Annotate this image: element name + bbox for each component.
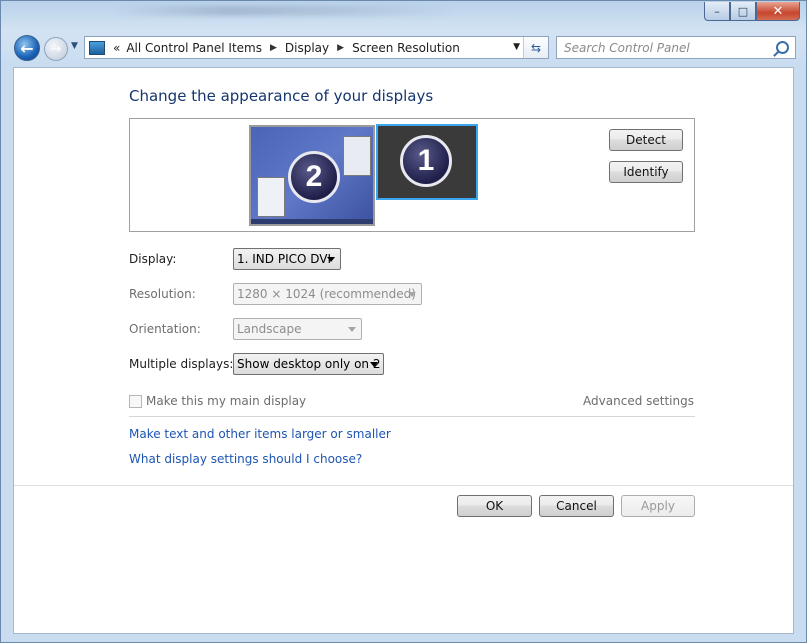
search-icon[interactable] (776, 41, 789, 54)
recent-pages-dropdown-icon[interactable]: ▼ (71, 41, 78, 51)
monitor-number-badge: 2 (288, 151, 340, 203)
section-divider (129, 416, 695, 417)
address-bar[interactable]: « All Control Panel Items ▶ Display ▶ Sc… (84, 36, 549, 59)
resolution-select: 1280 × 1024 (recommended) (233, 283, 422, 305)
refresh-icon: ⇆ (530, 40, 542, 55)
navigation-bar: ← → ▼ « All Control Panel Items ▶ Displa… (1, 33, 806, 63)
display-select-value: 1. IND PICO DVI (237, 252, 332, 266)
detect-button[interactable]: Detect (609, 129, 683, 151)
multiple-displays-label: Multiple displays: (129, 357, 234, 371)
page-title: Change the appearance of your displays (129, 87, 434, 105)
blurred-title-text (113, 6, 453, 16)
multiple-displays-select-value: Show desktop only on 2 (237, 357, 381, 371)
preview-window-icon (257, 177, 285, 217)
display-label: Display: (129, 252, 177, 266)
preview-window-icon (343, 136, 371, 176)
refresh-button[interactable]: ⇆ (523, 37, 548, 58)
caption-buttons: – □ ✕ (704, 2, 800, 21)
multiple-displays-select[interactable]: Show desktop only on 2 (233, 353, 384, 375)
monitor-arrangement-area: 2 1 Detect Identify (129, 118, 695, 232)
breadcrumb-separator-icon[interactable]: ▶ (337, 43, 344, 53)
content-pane: Change the appearance of your displays 2… (13, 67, 794, 634)
back-button[interactable]: ← (14, 35, 40, 61)
breadcrumb-all-control-panel-items[interactable]: All Control Panel Items (126, 41, 262, 55)
preview-taskbar (251, 219, 373, 224)
search-box[interactable]: Search Control Panel (556, 36, 796, 59)
display-help-link[interactable]: What display settings should I choose? (129, 452, 362, 466)
control-panel-window: – □ ✕ ← → ▼ « All Control Panel Items ▶ … (0, 0, 807, 643)
monitor-1-selected[interactable]: 1 (376, 124, 478, 200)
search-placeholder: Search Control Panel (564, 41, 690, 55)
chevron-down-icon (327, 257, 335, 262)
resolution-select-value: 1280 × 1024 (recommended) (237, 287, 416, 301)
chevron-down-icon (348, 327, 356, 332)
close-button[interactable]: ✕ (756, 2, 800, 21)
title-bar[interactable]: – □ ✕ (1, 1, 806, 31)
forward-button[interactable]: → (44, 37, 68, 61)
breadcrumb-overflow-icon[interactable]: « (113, 41, 120, 55)
control-panel-icon (89, 40, 105, 55)
breadcrumb-display[interactable]: Display (285, 41, 329, 55)
breadcrumb-separator-icon[interactable]: ▶ (270, 43, 277, 53)
orientation-select-value: Landscape (237, 322, 302, 336)
text-size-link[interactable]: Make text and other items larger or smal… (129, 427, 391, 441)
orientation-select: Landscape (233, 318, 362, 340)
minimize-button[interactable]: – (704, 2, 730, 21)
cancel-button[interactable]: Cancel (539, 495, 614, 517)
breadcrumb-screen-resolution[interactable]: Screen Resolution (352, 41, 460, 55)
chevron-down-icon (408, 292, 416, 297)
resolution-label: Resolution: (129, 287, 196, 301)
display-select[interactable]: 1. IND PICO DVI (233, 248, 341, 270)
footer-divider (14, 485, 793, 486)
orientation-label: Orientation: (129, 322, 201, 336)
ok-button[interactable]: OK (457, 495, 532, 517)
back-arrow-icon: ← (20, 38, 34, 58)
chevron-down-icon (370, 362, 378, 367)
address-dropdown-icon[interactable]: ▼ (513, 42, 520, 52)
monitor-number-badge: 1 (400, 135, 452, 187)
main-display-label: Make this my main display (146, 394, 307, 408)
forward-arrow-icon: → (50, 41, 62, 57)
advanced-settings-link[interactable]: Advanced settings (583, 394, 694, 408)
main-display-checkbox (129, 395, 142, 408)
apply-button: Apply (621, 495, 695, 517)
monitor-2[interactable]: 2 (249, 125, 375, 226)
maximize-button[interactable]: □ (730, 2, 756, 21)
identify-button[interactable]: Identify (609, 161, 683, 183)
